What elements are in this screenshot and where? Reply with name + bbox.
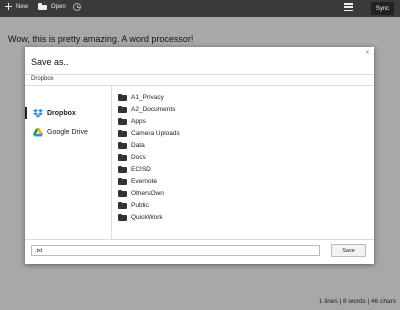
clock-icon <box>73 3 81 11</box>
sync-button[interactable]: Sync <box>371 2 394 15</box>
filename-input[interactable] <box>31 245 320 256</box>
folder-item[interactable]: Data <box>118 140 145 150</box>
save-button[interactable]: Save <box>331 244 366 257</box>
folder-icon <box>118 177 127 185</box>
folder-icon <box>118 105 127 113</box>
folder-icon <box>118 129 127 137</box>
folder-item[interactable]: QuickWork <box>118 212 163 222</box>
folder-icon <box>118 93 127 101</box>
folder-icon <box>118 141 127 149</box>
save-as-dialog: x Save as.. Dropbox Dropbox Google Drive <box>25 47 374 264</box>
folder-name: Docs <box>131 153 146 161</box>
document-text[interactable]: Wow, this is pretty amazing. A word proc… <box>8 34 193 44</box>
top-toolbar: New Open Sync <box>0 0 400 17</box>
folder-name: Evernote <box>131 177 158 185</box>
breadcrumb: Dropbox <box>31 76 54 82</box>
history-button[interactable] <box>73 3 81 11</box>
folder-name: A2_Documents <box>131 105 176 113</box>
folder-icon <box>38 3 47 10</box>
sidebar-item-google-drive[interactable]: Google Drive <box>25 125 112 139</box>
folder-item[interactable]: Docs <box>118 152 146 162</box>
sidebar-item-label: Google Drive <box>47 128 88 136</box>
plus-icon <box>5 3 12 10</box>
folder-item[interactable]: Camera Uploads <box>118 128 180 138</box>
folder-name: Data <box>131 141 145 149</box>
dropbox-icon <box>33 108 43 118</box>
divider <box>25 239 374 240</box>
folder-name: A1_Privacy <box>131 93 164 101</box>
folder-name: QuickWork <box>131 213 163 221</box>
folder-name: Camera Uploads <box>131 129 180 137</box>
folder-icon <box>118 153 127 161</box>
folder-item[interactable]: Apps <box>118 116 146 126</box>
close-button[interactable]: x <box>366 50 369 56</box>
status-text: 1 lines | 8 words | 46 chars <box>318 298 396 305</box>
sidebar-item-label: Dropbox <box>47 109 76 117</box>
folder-name: Public <box>131 201 149 209</box>
folder-icon <box>118 165 127 173</box>
folder-item[interactable]: ECISD <box>118 164 151 174</box>
folder-icon <box>118 189 127 197</box>
divider <box>25 74 374 75</box>
folder-item[interactable]: Public <box>118 200 149 210</box>
folder-icon <box>118 201 127 209</box>
folder-item[interactable]: A1_Privacy <box>118 92 164 102</box>
open-label: Open <box>51 3 66 10</box>
new-label: New <box>16 3 29 10</box>
open-button[interactable]: Open <box>38 3 66 10</box>
folder-name: Apps <box>131 117 146 125</box>
folder-item[interactable]: A2_Documents <box>118 104 175 114</box>
folder-name: ECISD <box>131 165 151 173</box>
folder-icon <box>118 213 127 221</box>
folder-name: OthersOwn <box>131 189 164 197</box>
sidebar-item-dropbox[interactable]: Dropbox <box>25 106 112 120</box>
folder-item[interactable]: Evernote <box>118 176 157 186</box>
hamburger-menu-icon <box>344 3 353 11</box>
new-button[interactable]: New <box>5 3 28 10</box>
folder-icon <box>118 117 127 125</box>
google-drive-icon <box>33 127 43 137</box>
dialog-title: Save as.. <box>31 57 69 67</box>
folder-item[interactable]: OthersOwn <box>118 188 164 198</box>
menu-button[interactable] <box>344 3 353 11</box>
